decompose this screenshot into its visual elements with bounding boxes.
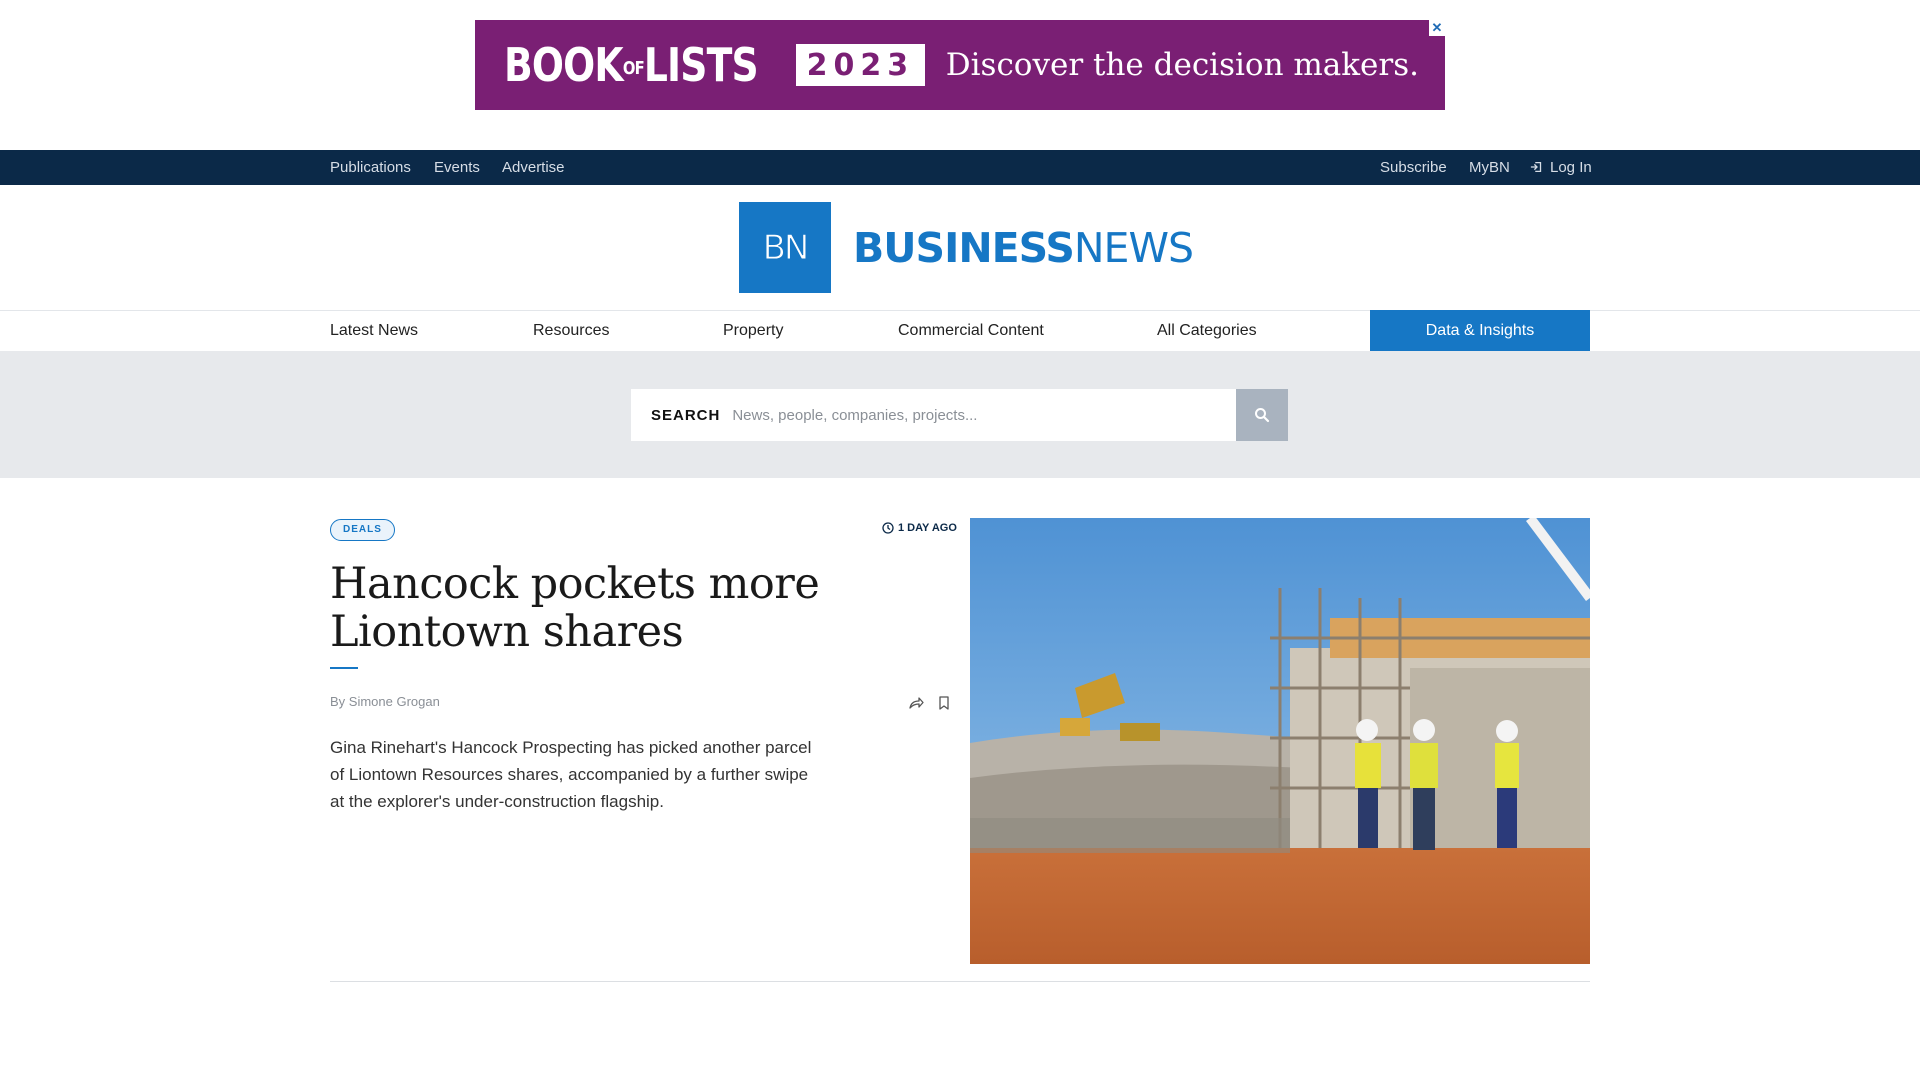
main-nav: Latest News Resources Property Commercia… [0,310,1920,351]
ad-banner[interactable]: BOOKOFLISTS 2023 Discover the decision m… [475,20,1445,110]
byline-prefix: By [330,694,346,709]
ad-tagline: Discover the decision makers. [945,47,1419,83]
nav-data-insights-button[interactable]: Data & Insights [1370,310,1590,351]
article-headline[interactable]: Hancock pockets more Liontown shares [330,560,950,656]
ad-brand-text: BOOKOFLISTS [504,38,759,92]
nav-resources[interactable]: Resources [533,311,609,351]
article-summary: Gina Rinehart's Hancock Prospecting has … [330,738,812,811]
ad-brand-logo: BOOKOFLISTS 2023 [504,38,926,92]
search-icon [1255,408,1270,423]
nav-all-categories[interactable]: All Categories [1157,311,1257,351]
topnav-advertise[interactable]: Advertise [502,150,565,185]
topnav-events[interactable]: Events [434,150,480,185]
logo-mark[interactable]: BN [739,202,831,293]
ad-year: 2023 [795,44,926,86]
subscribe-link[interactable]: Subscribe [1380,150,1447,185]
mine-site-photo [970,518,1590,964]
nav-commercial-content[interactable]: Commercial Content [898,311,1044,351]
bookmark-icon[interactable] [936,695,952,711]
search-label: SEARCH [651,406,721,424]
timestamp-text: 1 DAY AGO [898,522,957,534]
byline: By Simone Grogan [330,694,440,709]
ad-close-icon[interactable]: ✕ [1429,20,1445,36]
logo-mark-text: BN [762,227,810,268]
category-tag[interactable]: DEALS [330,519,395,541]
article-image[interactable] [970,518,1590,964]
search-button[interactable] [1236,389,1288,441]
timestamp: 1 DAY AGO [882,522,957,534]
section-divider [330,981,1590,982]
login-icon [1530,161,1542,173]
nav-latest-news[interactable]: Latest News [330,311,418,351]
article-actions [908,695,952,711]
share-icon[interactable] [908,695,924,711]
nav-property[interactable]: Property [723,311,783,351]
search-input[interactable] [732,406,1213,424]
login-link[interactable]: Log In [1530,150,1592,185]
topnav-publications[interactable]: Publications [330,150,411,185]
search-box: SEARCH [631,389,1237,441]
top-utility-bar: Publications Events Advertise Subscribe … [0,150,1920,185]
headline-divider [330,667,358,669]
logo-wordmark[interactable]: BUSINESSNEWS [853,224,1194,272]
mybn-link[interactable]: MyBN [1469,150,1510,185]
clock-icon [882,522,894,534]
author-link[interactable]: Simone Grogan [349,694,440,709]
